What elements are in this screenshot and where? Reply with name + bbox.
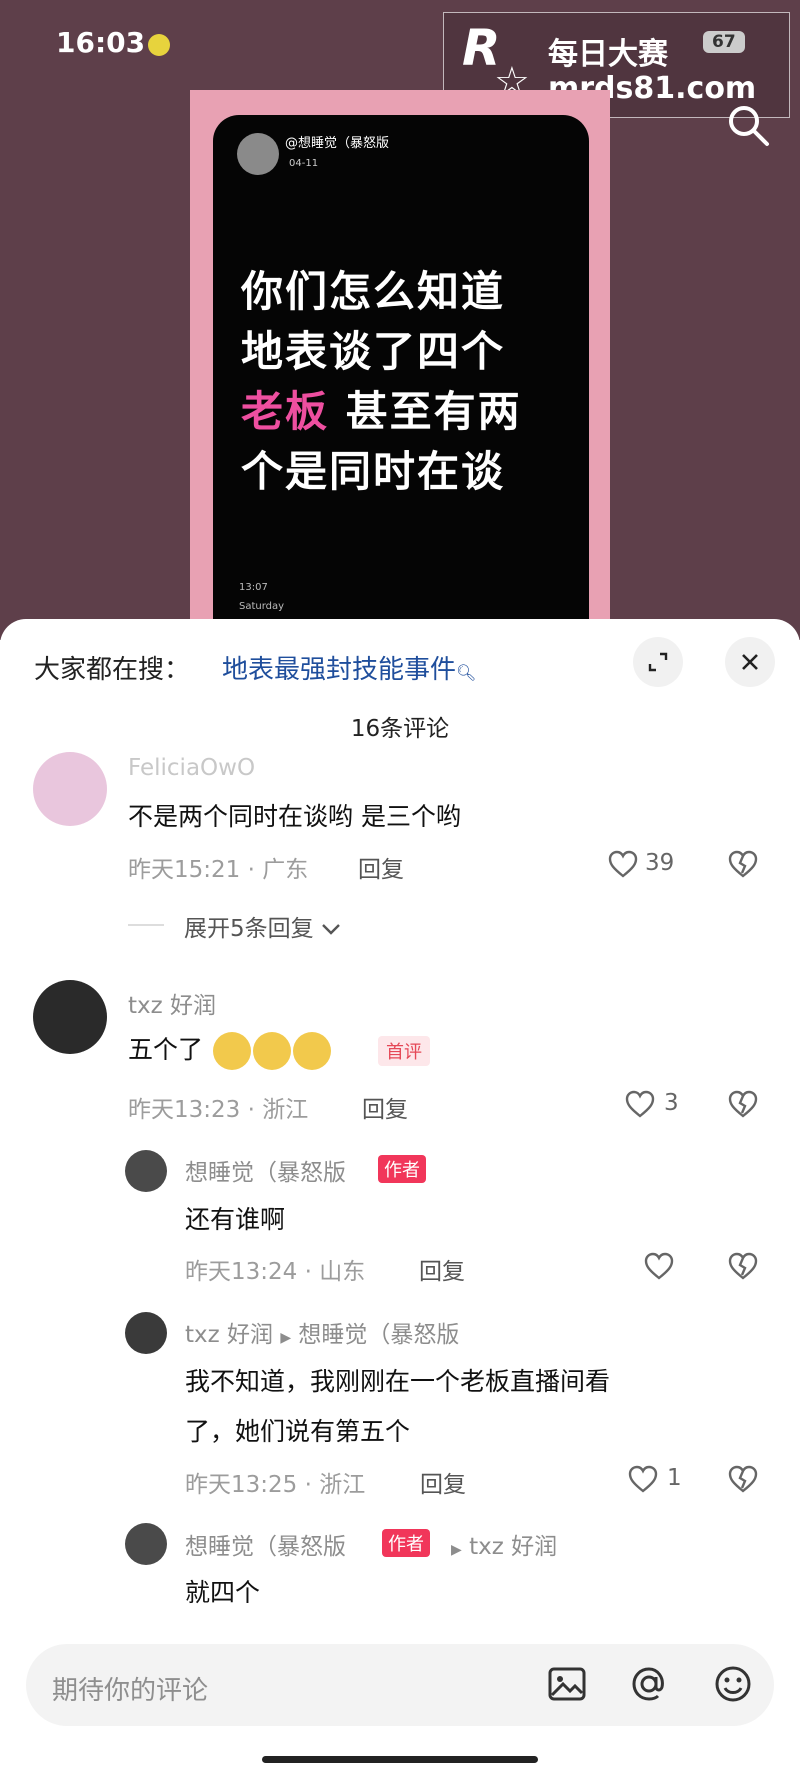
close-icon bbox=[742, 654, 758, 670]
comment-text: 五个了 bbox=[128, 1030, 331, 1070]
post-date: 04-11 bbox=[289, 158, 319, 169]
post-text-line: 地表谈了四个 bbox=[241, 327, 506, 376]
broken-heart-icon[interactable] bbox=[727, 1251, 759, 1281]
reply-arrow-icon: ▶ bbox=[451, 1542, 462, 1558]
post-highlight: 老板 bbox=[241, 387, 330, 436]
reply-button[interactable]: 回复 bbox=[358, 850, 404, 884]
heart-icon[interactable] bbox=[643, 1251, 675, 1281]
like-count: 3 bbox=[664, 1090, 679, 1116]
reply-meta: 昨天13:25 · 浙江 bbox=[185, 1472, 366, 1498]
reply-text: 我不知道，我刚刚在一个老板直播间看 bbox=[185, 1367, 611, 1396]
reply-text: 了，她们说有第五个 bbox=[185, 1417, 411, 1446]
watermark-title: 每日大赛 bbox=[548, 37, 668, 72]
avatar[interactable] bbox=[125, 1150, 167, 1192]
search-hint-link[interactable]: 地表最强封技能事件🔍︎ bbox=[222, 649, 476, 686]
comment-input-bar[interactable]: 期待你的评论 bbox=[26, 1644, 774, 1726]
avatar[interactable] bbox=[125, 1523, 167, 1565]
post-text-line: 你们怎么知道 bbox=[241, 267, 506, 316]
comment-username[interactable]: txz 好润 bbox=[128, 986, 216, 1020]
reply-username[interactable]: 想睡觉（暴怒版 bbox=[185, 1527, 346, 1561]
reply-arrow-icon: ▶ bbox=[280, 1330, 292, 1346]
close-button[interactable] bbox=[725, 637, 775, 687]
comment-input-placeholder: 期待你的评论 bbox=[52, 1676, 209, 1706]
battery-indicator: 67 bbox=[703, 31, 745, 53]
broken-heart-icon[interactable] bbox=[727, 1464, 759, 1494]
reply-button[interactable]: 回复 bbox=[362, 1090, 408, 1124]
heart-icon[interactable] bbox=[607, 849, 639, 879]
search-hint-text: 地表最强封技能事件 bbox=[222, 655, 457, 685]
comment-meta: 昨天15:21 · 广东 bbox=[128, 857, 309, 883]
author-badge: 作者 bbox=[382, 1529, 430, 1557]
like-count: 1 bbox=[667, 1465, 682, 1491]
reply-username[interactable]: 想睡觉（暴怒版 bbox=[185, 1153, 346, 1187]
avatar[interactable] bbox=[33, 980, 107, 1054]
heart-icon[interactable] bbox=[624, 1089, 656, 1119]
expand-button[interactable] bbox=[633, 637, 683, 687]
reply-text: 还有谁啊 bbox=[185, 1205, 286, 1234]
reply-text: 就四个 bbox=[185, 1578, 261, 1607]
comment-sheet: 大家都在搜： 地表最强封技能事件🔍︎ 16条评论 bbox=[0, 619, 800, 1778]
expand-replies-label: 展开5条回复 bbox=[184, 916, 314, 942]
avatar[interactable] bbox=[125, 1312, 167, 1354]
status-time: 16:03 bbox=[56, 26, 146, 59]
broken-heart-icon[interactable] bbox=[727, 1089, 759, 1119]
divider bbox=[128, 924, 164, 926]
comment-text-body: 五个了 bbox=[128, 1035, 204, 1064]
post-text-line: 老板 甚至有两 bbox=[241, 378, 522, 439]
post-author-avatar bbox=[237, 133, 279, 175]
reply-to-username: 想睡觉（暴怒版 bbox=[298, 1322, 460, 1348]
comment-count: 16条评论 bbox=[350, 716, 450, 742]
chevron-down-icon bbox=[322, 924, 340, 935]
post-day: Saturday bbox=[239, 601, 285, 612]
crying-emoji-icon bbox=[252, 1032, 291, 1070]
home-indicator[interactable] bbox=[262, 1756, 538, 1763]
post-card[interactable]: @想睡觉（暴怒版 04-11 你们怎么知道 地表谈了四个 老板 甚至有两 个是同… bbox=[213, 115, 589, 655]
reply-username-text: txz 好润 bbox=[185, 1322, 274, 1348]
reply-to-username: ▶ txz 好润 bbox=[451, 1527, 557, 1561]
expand-replies[interactable]: 展开5条回复 bbox=[184, 909, 341, 943]
first-comment-badge: 首评 bbox=[378, 1036, 430, 1066]
emoji-icon[interactable] bbox=[710, 1661, 756, 1707]
post-time: 13:07 bbox=[239, 582, 268, 593]
post-text-rest: 甚至有两 bbox=[345, 387, 522, 436]
search-hint-label: 大家都在搜： bbox=[34, 655, 191, 685]
search-icon[interactable] bbox=[725, 102, 771, 148]
reply-button[interactable]: 回复 bbox=[419, 1252, 465, 1286]
crying-emoji-icon bbox=[292, 1032, 331, 1070]
crying-emoji-icon bbox=[212, 1032, 251, 1070]
comment-meta: 昨天13:23 · 浙江 bbox=[128, 1097, 309, 1123]
post-author-name: @想睡觉（暴怒版 bbox=[285, 136, 390, 151]
avatar[interactable] bbox=[33, 752, 107, 826]
reply-username[interactable]: txz 好润 ▶ 想睡觉（暴怒版 bbox=[185, 1315, 459, 1349]
expand-icon bbox=[648, 652, 668, 672]
author-badge: 作者 bbox=[378, 1155, 426, 1183]
like-count: 39 bbox=[645, 850, 675, 876]
heart-icon[interactable] bbox=[627, 1464, 659, 1494]
at-icon[interactable] bbox=[626, 1661, 672, 1707]
post-text-line: 个是同时在谈 bbox=[241, 447, 506, 496]
reply-to-username-text: txz 好润 bbox=[469, 1534, 558, 1560]
image-icon[interactable] bbox=[544, 1661, 590, 1707]
reply-meta: 昨天13:24 · 山东 bbox=[185, 1259, 366, 1285]
broken-heart-icon[interactable] bbox=[727, 849, 759, 879]
comment-text: 不是两个同时在谈哟 是三个哟 bbox=[128, 802, 461, 831]
status-app-icon bbox=[148, 34, 170, 56]
comment-username[interactable]: FeliciaOwO bbox=[128, 755, 255, 781]
search-small-icon: 🔍︎ bbox=[456, 663, 477, 682]
reply-button[interactable]: 回复 bbox=[420, 1465, 466, 1499]
